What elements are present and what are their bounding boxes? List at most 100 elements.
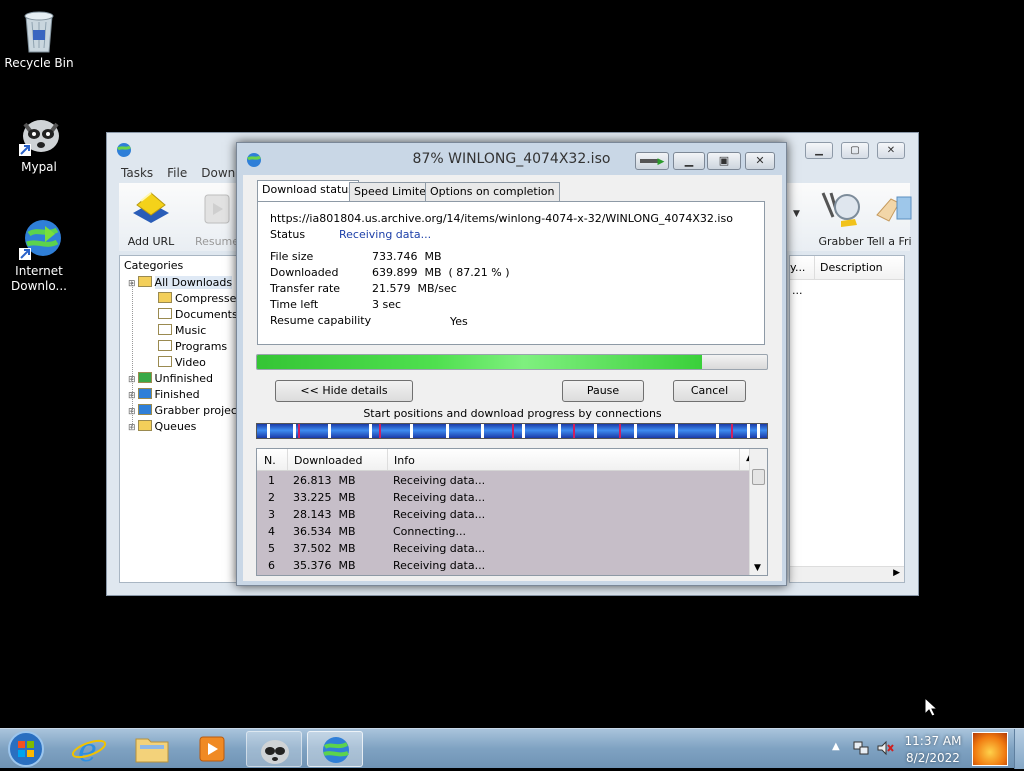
category-item[interactable]: ⊞ Grabber projec [128, 404, 237, 417]
table-row[interactable]: 5 37.502 MB Receiving data... [257, 540, 749, 557]
scrollbar-thumb[interactable] [752, 469, 765, 485]
toolbar-dropdown-arrow-icon[interactable]: ▼ [793, 209, 800, 219]
menu-tasks[interactable]: Tasks [121, 166, 153, 180]
table-row[interactable]: 6 35.376 MB Receiving data... [257, 557, 749, 574]
column-header-partial[interactable]: y... [790, 261, 812, 274]
cell-n: 4 [268, 525, 275, 538]
horizontal-scrollbar[interactable]: ▶ [790, 566, 904, 582]
grabber-label: Grabber [818, 235, 864, 248]
expand-icon[interactable]: ⊞ [128, 423, 136, 433]
column-header-description[interactable]: Description [814, 256, 888, 280]
recycle-bin-icon [19, 8, 59, 53]
taskbar: e ▲ 11:37 AM 8/2/2022 [0, 728, 1024, 769]
categories-header: Categories [124, 259, 184, 272]
category-item[interactable]: Music [158, 324, 206, 337]
desktop-icon-idm[interactable]: Internet Downlo... [1, 216, 77, 294]
cell-info: Receiving data... [393, 474, 486, 487]
download-url: https://ia801804.us.archive.org/14/items… [270, 212, 733, 225]
expand-icon[interactable]: ⊞ [128, 407, 136, 417]
expand-icon[interactable]: ⊞ [128, 375, 136, 385]
table-row[interactable]: 1 26.813 MB Receiving data... [257, 472, 749, 489]
folder-icon [137, 420, 152, 431]
tab-options-on-completion[interactable]: Options on completion [425, 182, 560, 201]
send-to-tray-button[interactable]: ▶ [635, 152, 669, 170]
taskbar-internet-explorer[interactable]: e [62, 731, 118, 769]
user-account-picture[interactable] [972, 732, 1008, 766]
connections-table-body: 1 26.813 MB Receiving data... 2 33.225 MB Rec… [257, 471, 749, 575]
cell-n: 3 [268, 508, 275, 521]
taskbar-clock[interactable]: 11:37 AM 8/2/2022 [904, 733, 962, 767]
status-value: Receiving data... [339, 228, 432, 241]
cell-info: Receiving data... [393, 491, 486, 504]
desktop-icon-recycle-bin[interactable]: Recycle Bin [1, 8, 77, 71]
show-desktop-button[interactable] [1014, 729, 1024, 769]
category-item[interactable]: Programs [158, 340, 227, 353]
close-button[interactable]: ✕ [877, 142, 905, 159]
column-header-n[interactable]: N. [264, 454, 276, 467]
category-item[interactable]: ⊞ Finished [128, 388, 200, 401]
expand-icon[interactable]: ⊞ [128, 279, 136, 289]
field-value: Yes [450, 315, 468, 328]
tab-speed-limiter[interactable]: Speed Limiter [349, 182, 436, 201]
volume-muted-icon[interactable] [876, 739, 894, 757]
cell-downloaded: 37.502 MB [293, 542, 356, 555]
taskbar-idm[interactable] [307, 731, 363, 767]
add-url-button[interactable]: Add URL [119, 189, 183, 248]
category-item[interactable]: Video [158, 356, 206, 369]
table-row[interactable]: 3 28.143 MB Receiving data... [257, 506, 749, 523]
table-row[interactable]: 4 36.534 MB Connecting... [257, 523, 749, 540]
table-row[interactable]: 2 33.225 MB Receiving data... [257, 489, 749, 506]
column-header-downloaded[interactable]: Downloaded [287, 449, 362, 470]
add-url-icon [129, 189, 173, 229]
category-item[interactable]: Compresse [158, 292, 236, 305]
dialog-minimize-button[interactable]: ▁ [673, 152, 705, 170]
taskbar-media-player[interactable] [184, 731, 240, 767]
dialog-maximize-button[interactable]: ▣ [707, 152, 741, 170]
connection-marker [731, 424, 734, 438]
category-item[interactable]: ⊞ Unfinished [128, 372, 213, 385]
scroll-right-icon[interactable]: ▶ [893, 568, 900, 578]
idm-globe-icon [19, 216, 61, 260]
category-item[interactable]: ⊞ All Downloads [128, 276, 233, 289]
category-item[interactable]: ⊞ Queues [128, 420, 196, 433]
hide-details-button[interactable]: << Hide details [275, 380, 413, 402]
expand-icon[interactable]: ⊞ [128, 391, 136, 401]
show-hidden-icons-icon[interactable]: ▲ [832, 741, 840, 752]
desktop-icon-label: Recycle Bin [4, 56, 74, 70]
folder-icon [137, 372, 152, 383]
tell-a-friend-button[interactable]: Tell a Fri [867, 189, 917, 248]
category-item[interactable]: Documents [158, 308, 238, 321]
dialog-close-button[interactable]: ✕ [745, 152, 775, 170]
folder-icon [137, 388, 152, 399]
taskbar-file-explorer[interactable] [124, 731, 180, 767]
taskbar-mypal[interactable] [246, 731, 302, 767]
desktop-icon-mypal[interactable]: Mypal [1, 112, 77, 175]
cancel-button[interactable]: Cancel [673, 380, 746, 402]
connection-marker [675, 424, 679, 438]
column-header-info[interactable]: Info [387, 449, 415, 470]
cell-downloaded: 26.813 MB [293, 474, 356, 487]
minimize-button[interactable]: ▁ [805, 142, 833, 159]
folder-icon [137, 404, 152, 415]
connections-scrollbar[interactable]: ▼ [749, 449, 767, 575]
start-button[interactable] [6, 730, 46, 768]
download-status-panel: https://ia801804.us.archive.org/14/items… [257, 201, 765, 345]
connection-marker [573, 424, 576, 438]
download-progress-fill [257, 355, 702, 369]
network-icon[interactable] [852, 739, 870, 757]
svg-text:e: e [78, 731, 97, 767]
maximize-button[interactable]: ▢ [841, 142, 869, 159]
field-label: Time left [270, 298, 319, 311]
menu-file[interactable]: File [167, 166, 187, 180]
scroll-down-icon[interactable]: ▼ [754, 563, 761, 573]
connection-marker [557, 424, 561, 438]
pause-button[interactable]: Pause [562, 380, 644, 402]
tab-download-status[interactable]: Download status [257, 180, 359, 202]
download-progress-dialog: 87% WINLONG_4074X32.iso ▶ ▁ ▣ ✕ Download… [236, 142, 787, 586]
category-label: Unfinished [154, 372, 213, 385]
connection-marker [328, 424, 332, 438]
folder-icon [158, 356, 172, 367]
grabber-button[interactable]: Grabber [809, 189, 873, 248]
grabber-icon [819, 189, 863, 229]
connections-caption: Start positions and download progress by… [363, 407, 662, 420]
